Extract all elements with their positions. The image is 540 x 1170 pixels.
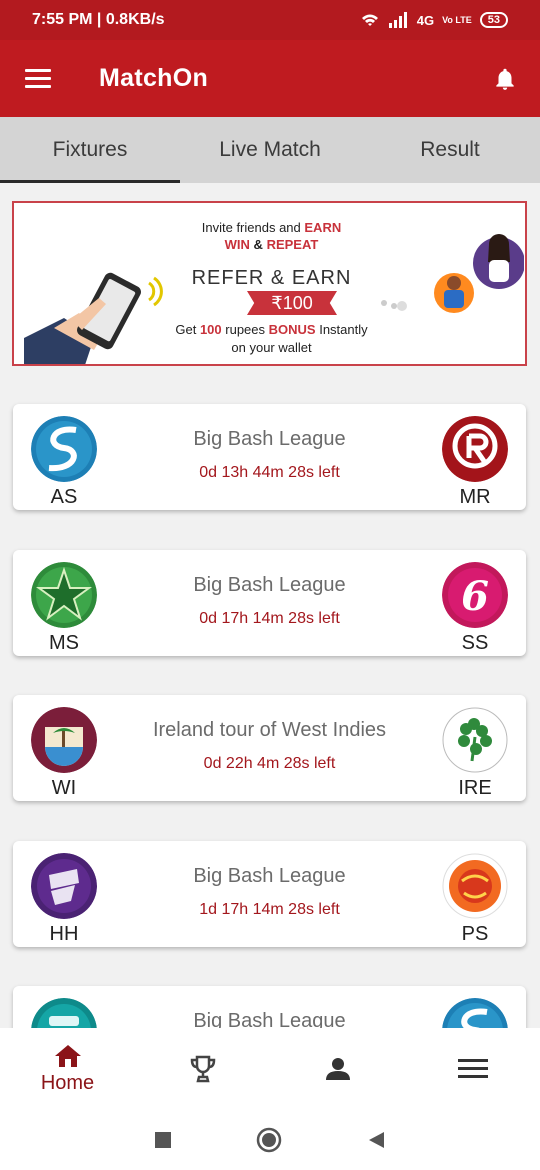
match-countdown: 0d 17h 14m 28s left <box>199 610 340 627</box>
notification-bell-icon[interactable] <box>492 65 518 93</box>
system-navigation-bar <box>0 1110 540 1170</box>
team-logo-sydney-sixers: 6 <box>442 562 508 628</box>
menu-icon[interactable] <box>25 69 51 88</box>
home-team-abbr: HH <box>49 923 79 945</box>
nav-more[interactable] <box>405 1028 540 1110</box>
away-team-abbr: MR <box>459 486 491 508</box>
league-name: Big Bash League <box>193 428 346 450</box>
tab-live-match[interactable]: Live Match <box>180 117 360 183</box>
match-tabs: Fixtures Live Match Result <box>0 117 540 183</box>
match-countdown: 0d 13h 44m 28s left <box>199 464 340 481</box>
fixture-card[interactable]: AS Big Bash League 0d 13h 44m 28s left M… <box>13 404 526 510</box>
bottom-navigation: Home <box>0 1028 540 1110</box>
nav-profile[interactable] <box>270 1028 405 1110</box>
back-icon[interactable] <box>366 1130 386 1150</box>
status-bar: 7:55 PM | 0.8KB/s 4G Vo LTE 53 <box>0 0 540 40</box>
home-team-abbr: MS <box>49 632 79 654</box>
nav-home-label: Home <box>40 1071 95 1094</box>
signal-icon <box>388 12 407 28</box>
recent-apps-icon[interactable] <box>154 1131 172 1149</box>
network-type: 4G <box>416 12 435 28</box>
wifi-icon <box>361 14 378 26</box>
league-name: Big Bash League <box>193 865 346 887</box>
away-team-abbr: PS <box>461 923 489 945</box>
battery-icon: 53 <box>479 12 508 28</box>
tab-fixtures[interactable]: Fixtures <box>0 117 180 183</box>
league-name: Big Bash League <box>193 574 346 596</box>
app-title: MatchOn <box>99 64 209 92</box>
team-logo-melbourne-renegades <box>442 416 508 482</box>
team-logo-ireland <box>442 707 508 773</box>
team-logo-hobart-hurricanes <box>31 853 97 919</box>
status-time: 7:55 PM | 0.8KB/s <box>32 11 165 28</box>
menu-lines-icon <box>457 1059 488 1078</box>
carrier-label: Vo LTE <box>442 15 472 25</box>
svg-text:6: 6 <box>461 573 489 620</box>
people-illustration <box>381 234 524 313</box>
team-logo-west-indies <box>31 707 97 773</box>
match-countdown: 0d 22h 4m 28s left <box>203 755 336 772</box>
home-team-abbr: AS <box>50 486 78 508</box>
home-icon <box>54 1044 81 1067</box>
tab-result[interactable]: Result <box>360 117 540 183</box>
trophy-icon <box>190 1055 215 1083</box>
refer-earn-banner[interactable]: Invite friends and EARN WIN & REPEAT REF… <box>12 201 527 366</box>
status-icons: 4G Vo LTE 53 <box>359 12 508 28</box>
fixture-card[interactable]: HH Big Bash League 1d 17h 14m 28s left P… <box>13 841 526 947</box>
league-name: Ireland tour of West Indies <box>152 719 387 741</box>
nav-home[interactable]: Home <box>0 1028 135 1110</box>
team-logo-melbourne-stars <box>31 562 97 628</box>
nav-leaderboard[interactable] <box>135 1028 270 1110</box>
home-team-abbr: WI <box>51 777 77 799</box>
fixture-card[interactable]: WI Ireland tour of West Indies 0d 22h 4m… <box>13 695 526 801</box>
team-logo-perth-scorchers <box>442 853 508 919</box>
home-circle-icon[interactable] <box>256 1127 282 1153</box>
fixture-card[interactable]: MS Big Bash League 0d 17h 14m 28s left 6… <box>13 550 526 656</box>
team-logo-adelaide-strikers <box>31 416 97 482</box>
away-team-abbr: SS <box>461 632 489 654</box>
banner-wallet-text: on your wallet <box>231 340 312 355</box>
person-icon <box>325 1058 350 1080</box>
app-bar: MatchOn <box>0 40 540 117</box>
away-team-abbr: IRE <box>458 777 492 799</box>
banner-amount: ₹100 <box>247 291 337 315</box>
match-countdown: 1d 17h 14m 28s left <box>199 901 340 918</box>
banner-bonus-text: Get 100 rupees BONUS Instantly <box>175 322 368 337</box>
